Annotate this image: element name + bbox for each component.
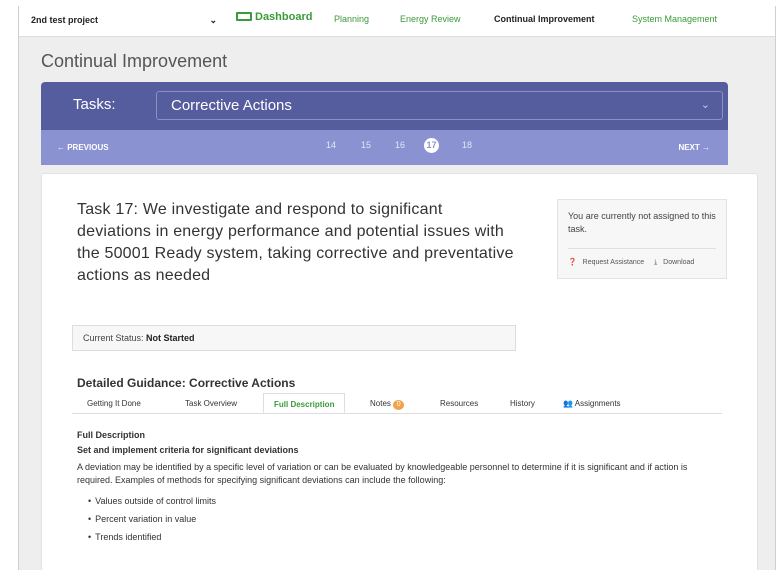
tab-full-description[interactable]: Full Description	[263, 393, 346, 413]
request-assistance-label: Request Assistance	[582, 259, 645, 266]
chevron-down-icon: ⌄	[209, 15, 217, 25]
dashboard-icon	[236, 12, 252, 21]
tab-getting-it-done[interactable]: Getting It Done	[87, 399, 141, 408]
nav-system-management[interactable]: System Management	[632, 14, 717, 24]
assignment-actions: ❓ Request Assistance ⤓ Download	[568, 258, 702, 267]
nav-planning[interactable]: Planning	[334, 14, 369, 24]
status-label: Current Status:	[83, 333, 144, 343]
tasks-label: Tasks:	[73, 96, 116, 113]
nav-dashboard[interactable]: Dashboard	[236, 11, 312, 23]
criteria-list: Values outside of control limits Percent…	[77, 492, 717, 546]
download-icon: ⤓	[654, 259, 658, 266]
project-dropdown[interactable]: 2nd test project ⌄	[31, 15, 217, 29]
page-number[interactable]: 15	[361, 140, 371, 150]
notes-count-badge: 0	[393, 400, 405, 410]
divider	[568, 248, 716, 249]
content-subheading: Set and implement criteria for significa…	[77, 445, 299, 455]
guidance-tabs: Getting It Done Task Overview Full Descr…	[72, 393, 722, 414]
task-select[interactable]: Corrective Actions ⌄	[156, 91, 723, 120]
status-value: Not Started	[146, 333, 195, 343]
content-heading: Full Description	[77, 430, 146, 440]
request-assistance-link[interactable]: ❓ Request Assistance	[568, 259, 650, 266]
tab-content: Full Description Set and implement crite…	[77, 430, 717, 546]
chevron-down-icon: ⌄	[700, 99, 710, 111]
status-box: Current Status: Not Started	[72, 325, 516, 351]
task-select-value: Corrective Actions	[171, 97, 292, 114]
task-card: Task 17: We investigate and respond to s…	[41, 173, 758, 570]
tab-task-overview[interactable]: Task Overview	[185, 399, 237, 408]
page-title: Continual Improvement	[41, 51, 228, 71]
download-label: Download	[663, 259, 695, 266]
tasks-bar: Tasks: Corrective Actions ⌄	[41, 82, 728, 130]
assignment-panel: You are currently not assigned to this t…	[557, 199, 727, 279]
list-item: Trends identified	[88, 528, 717, 546]
nav-energy-review[interactable]: Energy Review	[400, 14, 461, 24]
page-number[interactable]: 14	[326, 140, 336, 150]
project-name: 2nd test project	[31, 15, 99, 25]
previous-button[interactable]: ← PREVIOUS	[57, 143, 109, 152]
question-circle-icon: ❓	[568, 259, 577, 266]
tab-notes-label: Notes	[370, 399, 391, 408]
download-link[interactable]: ⤓ Download	[654, 259, 698, 266]
tab-assignments[interactable]: 👥 Assignments	[563, 399, 621, 408]
top-navbar: 2nd test project ⌄ Dashboard Planning En…	[19, 6, 775, 37]
next-button[interactable]: NEXT →	[678, 143, 710, 152]
tab-assignments-label: Assignments	[574, 399, 621, 408]
page-number[interactable]: 18	[462, 140, 472, 150]
assignment-message: You are currently not assigned to this t…	[568, 211, 716, 234]
app-frame: 2nd test project ⌄ Dashboard Planning En…	[18, 6, 776, 570]
tab-resources[interactable]: Resources	[440, 399, 478, 408]
task-heading: Task 17: We investigate and respond to s…	[77, 201, 514, 284]
list-item: Values outside of control limits	[88, 492, 717, 510]
users-icon: 👥	[563, 399, 573, 408]
tab-history[interactable]: History	[510, 399, 535, 408]
list-item: Percent variation in value	[88, 510, 717, 528]
page-number[interactable]: 16	[395, 140, 405, 150]
tab-notes[interactable]: Notes 0	[370, 399, 405, 410]
nav-continual-improvement[interactable]: Continual Improvement	[494, 14, 595, 24]
pager-bar: ← PREVIOUS 14 15 16 17 18 NEXT →	[41, 130, 728, 165]
content-body: A deviation may be identified by a speci…	[77, 462, 688, 485]
nav-dashboard-label: Dashboard	[255, 11, 313, 23]
guidance-title: Detailed Guidance: Corrective Actions	[77, 376, 296, 390]
page-number-current[interactable]: 17	[424, 138, 439, 153]
